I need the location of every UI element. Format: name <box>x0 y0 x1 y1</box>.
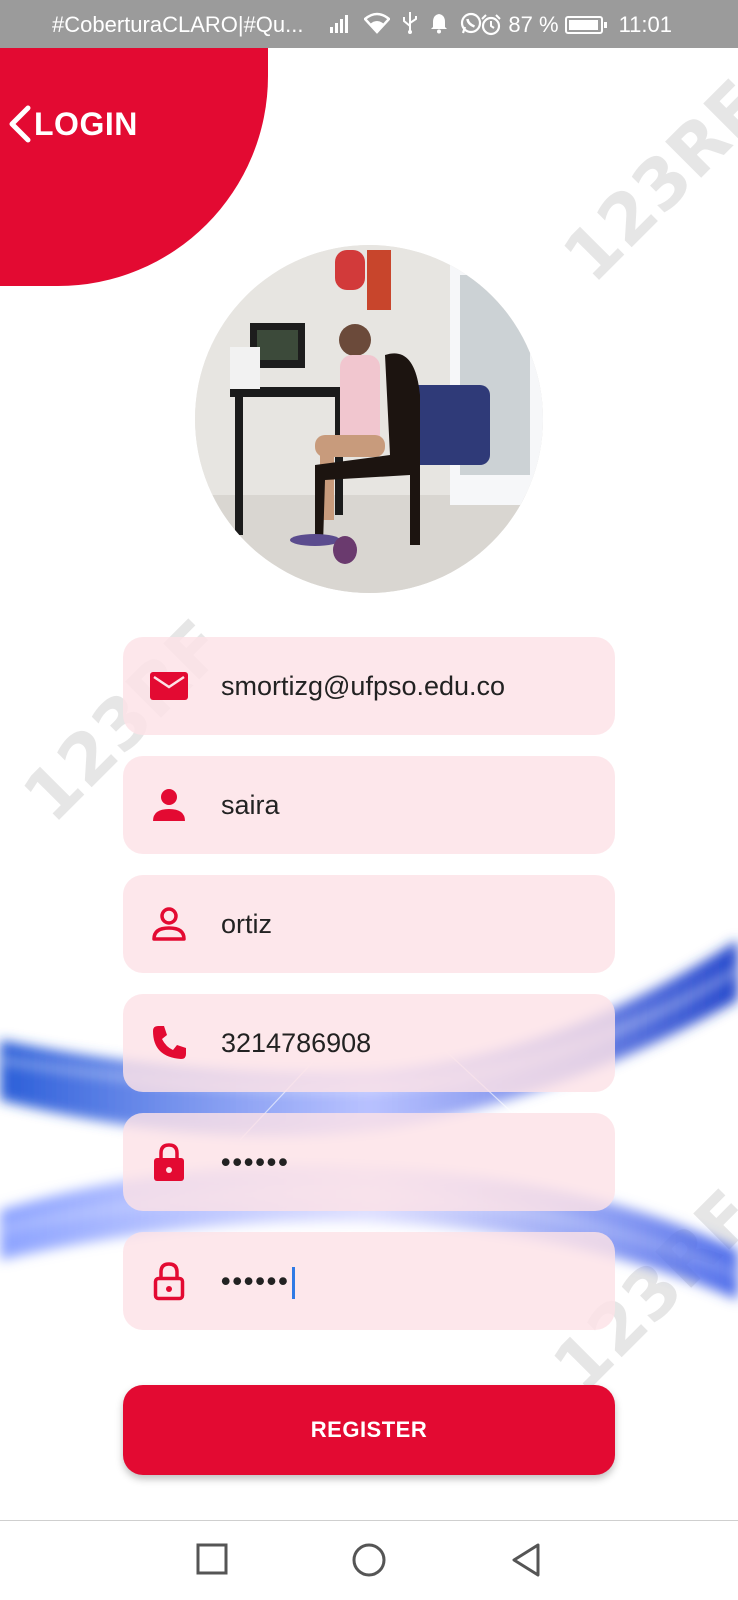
status-right: 87 % 11:01 <box>480 12 672 38</box>
navigation-bar <box>0 1520 738 1600</box>
battery-icon <box>564 16 607 34</box>
person-icon <box>153 789 185 821</box>
chevron-left-icon <box>9 105 31 143</box>
person-outline-icon <box>152 907 186 941</box>
back-button[interactable] <box>508 1541 544 1579</box>
last-name-value: ortiz <box>221 909 273 939</box>
email-icon <box>150 672 188 700</box>
signal-icon <box>330 15 348 33</box>
confirm-password-value: •••••• <box>221 1232 295 1330</box>
watermark: 123RF <box>547 64 738 298</box>
first-name-field[interactable]: saira <box>123 756 615 854</box>
status-bar: #CoberturaCLARO|#Qu... 87 % 11:01 <box>0 0 738 48</box>
last-name-field[interactable]: ortiz <box>123 875 615 973</box>
status-icons <box>330 12 482 34</box>
header-corner <box>0 48 268 286</box>
register-button[interactable]: REGISTER <box>123 1385 615 1475</box>
phone-icon <box>153 1026 186 1059</box>
lock-outline-icon <box>153 1262 185 1301</box>
alarm-icon <box>481 14 502 36</box>
back-to-login-button[interactable]: LOGIN <box>6 104 138 144</box>
status-time: 11:01 <box>618 12 672 37</box>
lock-icon <box>154 1143 184 1181</box>
phone-field[interactable]: 3214786908 <box>123 994 615 1092</box>
email-value: smortizg@ufpso.edu.co <box>221 671 506 701</box>
password-field[interactable]: •••••• <box>123 1113 615 1211</box>
text-cursor <box>291 1266 295 1299</box>
back-button-label: LOGIN <box>34 105 138 142</box>
recent-apps-button[interactable] <box>194 1541 230 1577</box>
wifi-icon <box>364 12 390 34</box>
battery-fill <box>568 20 599 30</box>
first-name-value: saira <box>221 790 280 820</box>
battery-percent: 87 % <box>508 12 559 37</box>
usb-icon <box>403 12 417 34</box>
phone-value: 3214786908 <box>221 1028 372 1058</box>
bell-icon <box>431 14 447 34</box>
confirm-password-field[interactable]: •••••• <box>123 1232 615 1330</box>
home-button[interactable] <box>350 1541 388 1579</box>
email-field[interactable]: smortizg@ufpso.edu.co <box>123 637 615 735</box>
whatsapp-icon <box>460 12 482 34</box>
status-carrier-text: #CoberturaCLARO|#Qu... <box>52 12 304 37</box>
confirm-password-text: •••••• <box>221 1266 290 1296</box>
password-value: •••••• <box>221 1147 290 1177</box>
avatar[interactable] <box>195 245 543 593</box>
avatar-photo <box>195 245 543 593</box>
